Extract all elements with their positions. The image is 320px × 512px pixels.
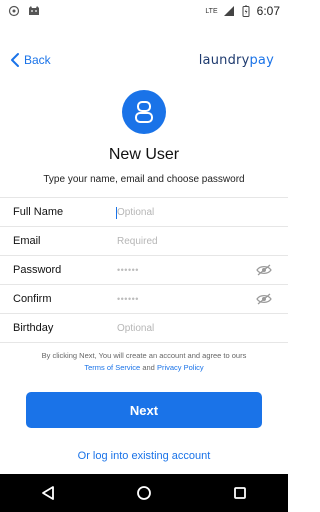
confirm-input[interactable]: •••••• xyxy=(117,294,139,304)
chevron-left-icon xyxy=(11,53,19,67)
cat-icon xyxy=(29,6,39,15)
full-name-label: Full Name xyxy=(13,206,64,218)
terms-and: and xyxy=(142,363,155,372)
laundrypay-logo: laundrypay xyxy=(199,53,274,68)
network-label: LTE xyxy=(205,7,218,15)
header: Back laundrypay xyxy=(0,46,288,74)
birthday-placeholder: Optional xyxy=(117,322,155,334)
full-name-placeholder: Optional xyxy=(117,206,155,218)
signal-icon xyxy=(223,6,234,16)
avatar xyxy=(122,90,166,134)
full-name-input[interactable]: Optional xyxy=(116,206,155,219)
logo-suffix: pay xyxy=(249,52,274,68)
privacy-policy-link[interactable]: Privacy Policy xyxy=(157,363,204,372)
home-circle-icon xyxy=(137,486,151,500)
confirm-row[interactable]: Confirm •••••• xyxy=(0,284,288,313)
home-nav-button[interactable] xyxy=(134,483,154,503)
signup-form: Full Name Optional Email Required Passwo… xyxy=(0,197,288,343)
logo-prefix: laundry xyxy=(198,52,250,68)
terms-sentence: By clicking Next, You will create an acc… xyxy=(41,351,247,360)
back-nav-button[interactable] xyxy=(38,483,58,503)
recents-nav-button[interactable] xyxy=(230,483,250,503)
full-name-row[interactable]: Full Name Optional xyxy=(0,197,288,226)
back-label: Back xyxy=(24,53,51,67)
confirm-label: Confirm xyxy=(13,293,52,305)
notification-icon xyxy=(8,5,20,17)
battery-icon xyxy=(242,5,250,17)
text-caret xyxy=(116,206,117,219)
terms-text: By clicking Next, You will create an acc… xyxy=(0,350,288,374)
login-link[interactable]: Or log into existing account xyxy=(0,450,288,462)
recents-square-icon xyxy=(234,487,246,499)
terms-of-service-link[interactable]: Terms of Service xyxy=(84,363,140,372)
email-placeholder: Required xyxy=(117,235,158,247)
user-icon xyxy=(135,101,153,123)
navigation-bar xyxy=(0,474,288,512)
password-input[interactable]: •••••• xyxy=(117,265,139,275)
page-subtitle: Type your name, email and choose passwor… xyxy=(43,174,245,185)
password-label: Password xyxy=(13,264,62,276)
eye-off-icon[interactable] xyxy=(256,293,272,305)
birthday-row[interactable]: Birthday Optional xyxy=(0,313,288,343)
back-triangle-icon xyxy=(42,486,54,500)
email-input[interactable]: Required xyxy=(117,236,158,247)
birthday-label: Birthday xyxy=(13,322,54,334)
eye-off-icon[interactable] xyxy=(256,264,272,276)
clock: 6:07 xyxy=(256,4,280,18)
page-title: New User xyxy=(108,146,180,163)
back-button[interactable]: Back xyxy=(10,52,51,68)
next-button[interactable]: Next xyxy=(26,392,262,428)
birthday-input[interactable]: Optional xyxy=(117,323,154,334)
email-row[interactable]: Email Required xyxy=(0,226,288,255)
password-row[interactable]: Password •••••• xyxy=(0,255,288,284)
email-label: Email xyxy=(13,235,41,247)
status-bar: LTE 6:07 xyxy=(0,0,288,22)
